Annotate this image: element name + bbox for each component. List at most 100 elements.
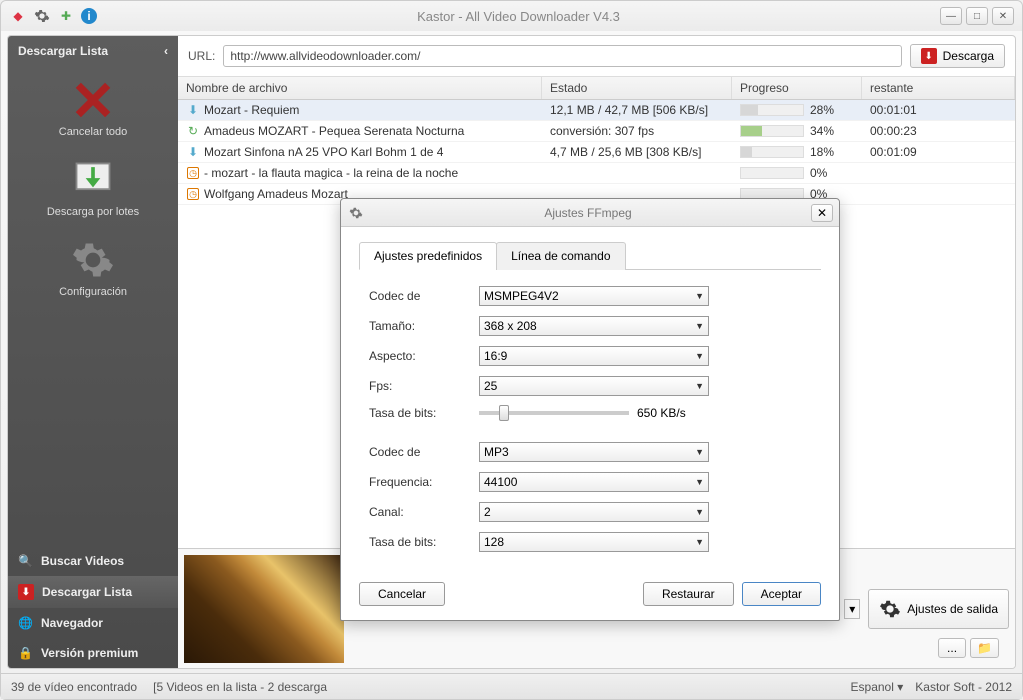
th-name[interactable]: Nombre de archivo bbox=[178, 77, 542, 99]
status-icon: ⬇ bbox=[186, 145, 200, 159]
nav-browser[interactable]: 🌐Navegador bbox=[8, 608, 178, 638]
restore-button[interactable]: Restaurar bbox=[643, 582, 734, 606]
download-red-icon: ⬇ bbox=[921, 48, 937, 64]
audio-bitrate-label: Tasa de bits: bbox=[369, 535, 469, 549]
status-list: [5 Videos en la lista - 2 descarga bbox=[153, 680, 327, 694]
restante-cell: 00:01:01 bbox=[862, 100, 1015, 120]
estado-cell bbox=[542, 170, 732, 176]
close-button[interactable]: ✕ bbox=[992, 7, 1014, 25]
progress-bar bbox=[740, 146, 804, 158]
file-name: Amadeus MOZART - Pequea Serenata Nocturn… bbox=[204, 124, 464, 138]
audio-codec-select[interactable]: MP3▼ bbox=[479, 442, 709, 462]
th-progreso[interactable]: Progreso bbox=[732, 77, 862, 99]
audio-bitrate-select[interactable]: 128▼ bbox=[479, 532, 709, 552]
maximize-button[interactable]: □ bbox=[966, 7, 988, 25]
video-codec-label: Codec de bbox=[369, 289, 469, 303]
table-header: Nombre de archivo Estado Progreso restan… bbox=[178, 77, 1015, 100]
freq-label: Frequencia: bbox=[369, 475, 469, 489]
flame-icon: ◆ bbox=[9, 7, 27, 25]
x-icon bbox=[71, 78, 115, 122]
nav-download-list[interactable]: ⬇Descargar Lista bbox=[8, 576, 178, 608]
progress-bar bbox=[740, 104, 804, 116]
progress-text: 0% bbox=[810, 166, 827, 180]
table-row[interactable]: ⬇ Mozart - Requiem 12,1 MB / 42,7 MB [506 … bbox=[178, 100, 1015, 121]
table-row[interactable]: ↻Amadeus MOZART - Pequea Serenata Noctur… bbox=[178, 121, 1015, 142]
channel-select[interactable]: 2▼ bbox=[479, 502, 709, 522]
tab-commandline[interactable]: Línea de comando bbox=[496, 242, 625, 270]
collapse-icon[interactable]: ‹ bbox=[164, 44, 168, 58]
status-icon: ◷ bbox=[186, 187, 200, 201]
dialog-titlebar: Ajustes FFmpeg ✕ bbox=[341, 199, 839, 227]
statusbar: 39 de vídeo encontrado [5 Videos en la l… bbox=[1, 673, 1022, 699]
window-title: Kastor - All Video Downloader V4.3 bbox=[97, 9, 940, 24]
size-select[interactable]: 368 x 208▼ bbox=[479, 316, 709, 336]
nav-premium[interactable]: 🔒Versión premium bbox=[8, 638, 178, 668]
download-button[interactable]: ⬇ Descarga bbox=[910, 44, 1005, 68]
url-bar: URL: ⬇ Descarga bbox=[178, 36, 1015, 77]
preview-thumbnail[interactable] bbox=[184, 555, 344, 663]
table-body: ⬇ Mozart - Requiem 12,1 MB / 42,7 MB [506 … bbox=[178, 100, 1015, 205]
dialog-close-button[interactable]: ✕ bbox=[811, 204, 833, 222]
status-icon: ⬇ bbox=[186, 103, 200, 117]
status-icon: ◷ bbox=[186, 166, 200, 180]
tab-presets[interactable]: Ajustes predefinidos bbox=[359, 242, 497, 270]
puzzle-icon[interactable]: ✚ bbox=[57, 7, 75, 25]
accept-button[interactable]: Aceptar bbox=[742, 582, 821, 606]
gear-icon bbox=[347, 204, 365, 222]
fps-select[interactable]: 25▼ bbox=[479, 376, 709, 396]
progress-bar bbox=[740, 125, 804, 137]
more-button[interactable]: ... bbox=[938, 638, 966, 658]
video-bitrate-label: Tasa de bits: bbox=[369, 406, 469, 420]
restante-cell bbox=[862, 170, 1015, 176]
cancel-all-button[interactable]: Cancelar todo bbox=[53, 72, 134, 144]
bitrate-slider[interactable] bbox=[479, 411, 629, 415]
video-codec-select[interactable]: MSMPEG4V2▼ bbox=[479, 286, 709, 306]
brand-text: Kastor Soft - 2012 bbox=[915, 680, 1012, 694]
restante-cell bbox=[862, 191, 1015, 197]
ffmpeg-settings-dialog: Ajustes FFmpeg ✕ Ajustes predefinidos Lí… bbox=[340, 198, 840, 621]
file-name: - mozart - la flauta magica - la reina d… bbox=[204, 166, 458, 180]
estado-cell: 12,1 MB / 42,7 MB [506 KB/s] bbox=[542, 100, 732, 120]
th-restante[interactable]: restante bbox=[862, 77, 1015, 99]
dialog-title: Ajustes FFmpeg bbox=[365, 206, 811, 220]
audio-codec-label: Codec de bbox=[369, 445, 469, 459]
gear-icon bbox=[879, 598, 901, 620]
aspect-label: Aspecto: bbox=[369, 349, 469, 363]
batch-download-button[interactable]: Descarga por lotes bbox=[41, 152, 145, 224]
config-button[interactable]: Configuración bbox=[53, 232, 133, 304]
dropdown-small-icon[interactable]: ▾ bbox=[844, 599, 860, 619]
sidebar: Descargar Lista‹ Cancelar todo Descarga … bbox=[8, 36, 178, 668]
file-name: Mozart Sinfona nA 25 VPO Karl Bohm 1 de … bbox=[204, 145, 443, 159]
search-icon: 🔍 bbox=[18, 554, 33, 568]
info-icon[interactable]: i bbox=[81, 8, 97, 24]
gear-icon[interactable] bbox=[33, 7, 51, 25]
folder-icon: 📁 bbox=[977, 641, 992, 655]
estado-cell: conversión: 307 fps bbox=[542, 121, 732, 141]
table-row[interactable]: ⬇ Mozart Sinfona nA 25 VPO Karl Bohm 1 de… bbox=[178, 142, 1015, 163]
restante-cell: 00:01:09 bbox=[862, 142, 1015, 162]
progress-bar bbox=[740, 167, 804, 179]
batch-icon bbox=[71, 158, 115, 202]
url-input[interactable] bbox=[223, 45, 901, 67]
file-name: Mozart - Requiem bbox=[204, 103, 299, 117]
th-estado[interactable]: Estado bbox=[542, 77, 732, 99]
language-selector[interactable]: Espanol ▾ bbox=[851, 680, 904, 694]
titlebar: ◆ ✚ i Kastor - All Video Downloader V4.3… bbox=[1, 1, 1022, 31]
globe-icon: 🌐 bbox=[18, 616, 33, 630]
table-row[interactable]: ◷ - mozart - la flauta magica - la reina … bbox=[178, 163, 1015, 184]
estado-cell bbox=[542, 191, 732, 197]
progress-text: 28% bbox=[810, 103, 834, 117]
aspect-select[interactable]: 16:9▼ bbox=[479, 346, 709, 366]
channel-label: Canal: bbox=[369, 505, 469, 519]
output-settings-button[interactable]: Ajustes de salida bbox=[868, 589, 1009, 629]
folder-button[interactable]: 📁 bbox=[970, 638, 999, 658]
nav-search-videos[interactable]: 🔍Buscar Videos bbox=[8, 546, 178, 576]
fps-label: Fps: bbox=[369, 379, 469, 393]
bitrate-value: 650 KB/s bbox=[637, 406, 686, 420]
freq-select[interactable]: 44100▼ bbox=[479, 472, 709, 492]
minimize-button[interactable]: — bbox=[940, 7, 962, 25]
sidebar-header: Descargar Lista‹ bbox=[8, 36, 178, 66]
lock-icon: 🔒 bbox=[18, 646, 33, 660]
progress-text: 34% bbox=[810, 124, 834, 138]
cancel-button[interactable]: Cancelar bbox=[359, 582, 445, 606]
